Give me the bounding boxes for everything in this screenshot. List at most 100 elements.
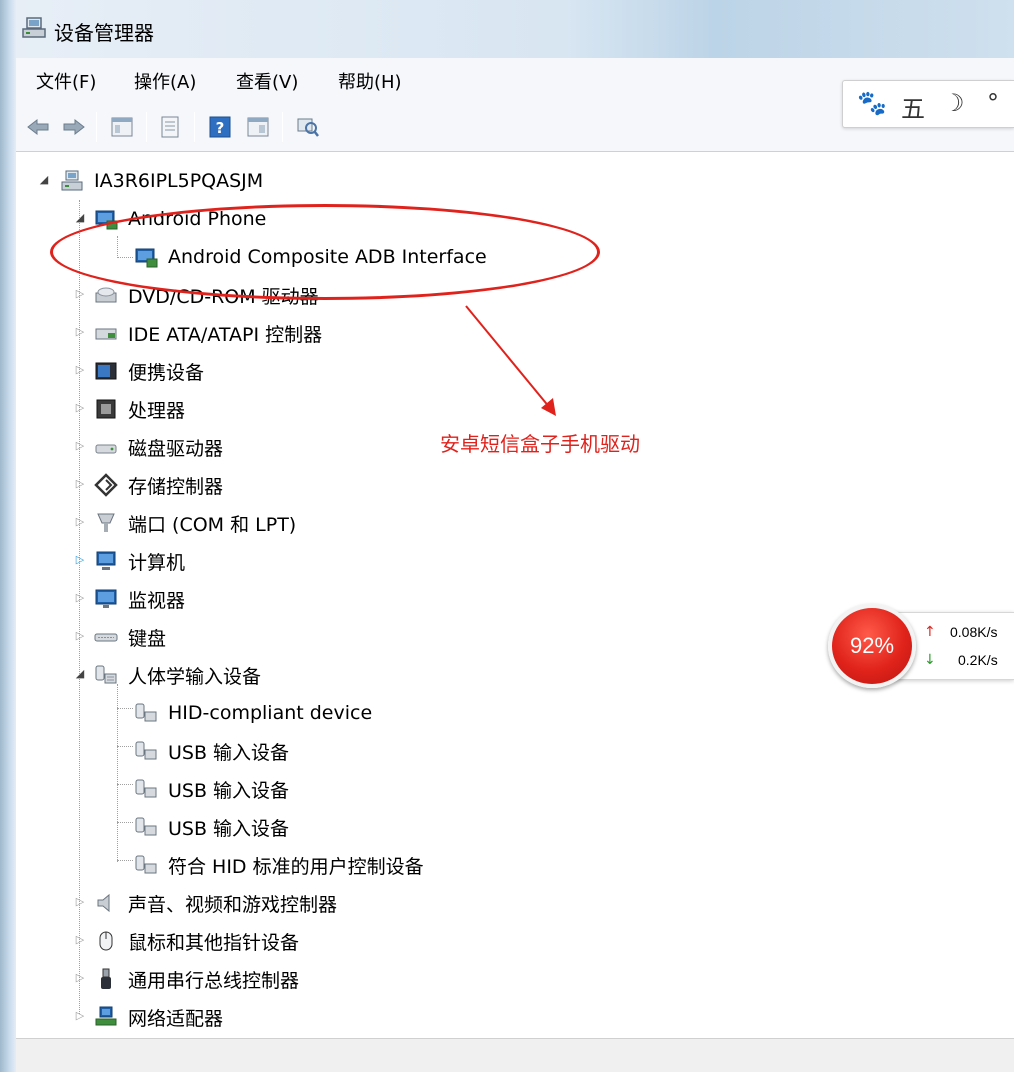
tree-connector xyxy=(117,708,133,709)
memory-usage-ball[interactable]: 92% xyxy=(828,604,916,688)
tree-item-disk[interactable]: 磁盘驱动器 xyxy=(94,430,223,464)
port-icon xyxy=(97,513,115,532)
scan-hardware-icon[interactable] xyxy=(294,113,322,141)
upload-speed: 0.08K/s xyxy=(950,624,998,640)
download-speed: 0.2K/s xyxy=(958,652,998,668)
console-icon[interactable] xyxy=(156,113,184,141)
hid-icon xyxy=(135,779,157,798)
tree-item-ports[interactable]: 端口 (COM 和 LPT) xyxy=(94,506,296,540)
tree-item-network[interactable]: 网络适配器 xyxy=(94,1000,223,1034)
window-border xyxy=(0,0,16,1072)
expand-toggle[interactable]: ▷ xyxy=(74,478,86,490)
punctuation-icon[interactable]: ° xyxy=(987,89,999,117)
network-speed-widget[interactable]: 92% ↑ 0.08K/s ↓ 0.2K/s xyxy=(828,604,1014,688)
expand-toggle[interactable]: ◢ xyxy=(38,174,50,186)
menu-view[interactable]: 查看(V) xyxy=(236,68,298,94)
menu-file[interactable]: 文件(F) xyxy=(36,68,96,94)
back-arrow-icon[interactable] xyxy=(24,113,52,141)
ime-mode[interactable]: 五 xyxy=(901,89,925,124)
tree-item-storage[interactable]: 存储控制器 xyxy=(94,468,223,502)
tree-item-hid-child[interactable]: HID-compliant device xyxy=(134,696,372,730)
expand-toggle[interactable]: ▷ xyxy=(74,934,86,946)
hid-icon xyxy=(95,665,117,684)
expand-toggle[interactable]: ▷ xyxy=(74,288,86,300)
menu-action[interactable]: 操作(A) xyxy=(134,68,196,94)
view-icon[interactable] xyxy=(244,113,272,141)
toolbar-separator xyxy=(194,112,195,142)
device-manager-icon xyxy=(22,17,46,38)
expand-toggle[interactable]: ▷ xyxy=(74,364,86,376)
tree-item-label: 人体学输入设备 xyxy=(128,665,262,688)
paw-icon[interactable]: 🐾 xyxy=(857,89,887,117)
mouse-icon xyxy=(99,931,113,951)
tree-item-computer[interactable]: 计算机 xyxy=(94,544,185,578)
tree-item-hid[interactable]: 人体学输入设备 xyxy=(94,658,261,692)
expand-toggle[interactable]: ▷ xyxy=(74,630,86,642)
download-arrow-icon: ↓ xyxy=(924,652,936,668)
forward-arrow-icon[interactable] xyxy=(60,113,88,141)
hid-icon xyxy=(135,855,157,874)
expand-toggle[interactable]: ▷ xyxy=(74,326,86,338)
tree-item-label: 便携设备 xyxy=(128,361,205,384)
expand-toggle[interactable]: ▷ xyxy=(74,402,86,414)
tree-connector xyxy=(117,746,133,747)
expand-toggle[interactable]: ▷ xyxy=(74,896,86,908)
tree-item-mouse[interactable]: 鼠标和其他指针设备 xyxy=(94,924,299,958)
monitor-icon xyxy=(95,589,117,608)
tree-item-hid-child[interactable]: USB 输入设备 xyxy=(134,810,289,844)
hid-icon xyxy=(135,703,157,722)
ide-controller-icon xyxy=(95,328,117,340)
expand-toggle[interactable]: ▷ xyxy=(74,516,86,528)
processor-icon xyxy=(96,399,116,419)
tree-item-sound[interactable]: 声音、视频和游戏控制器 xyxy=(94,886,337,920)
tree-item-label: 键盘 xyxy=(128,627,167,650)
network-adapter-icon xyxy=(95,1006,117,1026)
help-icon[interactable]: ? xyxy=(206,113,234,141)
tree-item-ide[interactable]: IDE ATA/ATAPI 控制器 xyxy=(94,316,322,350)
menu-help[interactable]: 帮助(H) xyxy=(338,68,402,94)
expand-toggle[interactable]: ◢ xyxy=(74,668,86,680)
tree-item-hid-child[interactable]: USB 输入设备 xyxy=(134,772,289,806)
tree-root[interactable]: IA3R6IPL5PQASJM xyxy=(60,164,263,198)
expand-toggle[interactable]: ▷ xyxy=(74,440,86,452)
expand-toggle[interactable]: ▷ xyxy=(74,1010,86,1022)
annotation-label: 安卓短信盒子手机驱动 xyxy=(440,432,640,456)
window-title: 设备管理器 xyxy=(54,21,154,45)
tree-item-label: USB 输入设备 xyxy=(168,741,290,764)
tree-connector xyxy=(117,860,133,861)
tree-item-hid-child[interactable]: USB 输入设备 xyxy=(134,734,289,768)
tree-item-portable[interactable]: 便携设备 xyxy=(94,354,204,388)
tree-root-label: IA3R6IPL5PQASJM xyxy=(94,170,264,192)
tree-connector xyxy=(117,784,133,785)
properties-icon[interactable] xyxy=(108,113,136,141)
tree-item-label: IDE ATA/ATAPI 控制器 xyxy=(128,323,323,346)
tree-item-cpu[interactable]: 处理器 xyxy=(94,392,185,426)
moon-icon[interactable]: ☽ xyxy=(943,89,965,117)
title-bar: 设备管理器 xyxy=(16,0,1014,58)
portable-device-icon xyxy=(95,362,117,380)
tree-item-hid-child[interactable]: 符合 HID 标准的用户控制设备 xyxy=(134,848,424,882)
status-bar xyxy=(16,1038,1014,1072)
optical-drive-icon xyxy=(95,287,117,303)
disk-drive-icon xyxy=(95,444,117,454)
hid-icon xyxy=(135,741,157,760)
expand-toggle[interactable]: ▷ xyxy=(74,972,86,984)
toolbar-separator xyxy=(146,112,147,142)
tree-connector xyxy=(117,822,133,823)
expand-toggle[interactable]: ▷ xyxy=(74,554,86,566)
expand-toggle[interactable]: ▷ xyxy=(74,592,86,604)
tree-item-label: 磁盘驱动器 xyxy=(128,437,224,460)
tree-item-usb[interactable]: 通用串行总线控制器 xyxy=(94,962,299,996)
keyboard-icon xyxy=(94,633,118,642)
tree-item-monitor[interactable]: 监视器 xyxy=(94,582,185,616)
toolbar-separator xyxy=(96,112,97,142)
ime-toolbar: 🐾 五 ☽ ° xyxy=(842,80,1014,128)
tree-item-label: HID-compliant device xyxy=(168,702,373,724)
tree-item-label: 鼠标和其他指针设备 xyxy=(128,931,300,954)
tree-connector xyxy=(79,200,80,1014)
hid-icon xyxy=(135,817,157,836)
expand-toggle[interactable]: ◢ xyxy=(74,212,86,224)
annotation-highlight-oval xyxy=(50,204,600,300)
tree-item-keyboard[interactable]: 键盘 xyxy=(94,620,166,654)
tree-item-label: 符合 HID 标准的用户控制设备 xyxy=(168,855,424,878)
